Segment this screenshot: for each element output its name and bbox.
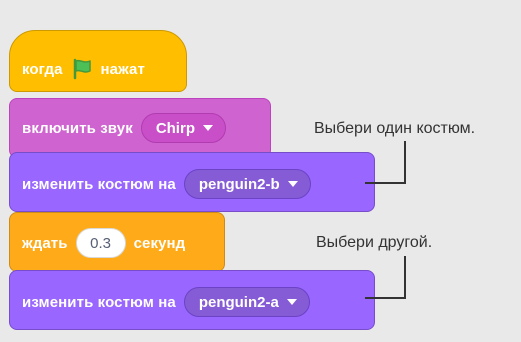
switch-costume-block-2[interactable]: изменить костюм на penguin2-a — [9, 270, 375, 330]
switch-costume-block-1[interactable]: изменить костюм на penguin2-b — [9, 152, 375, 212]
play-sound-block[interactable]: включить звук Chirp — [9, 98, 271, 158]
looks2-content: изменить костюм на penguin2-a — [22, 287, 310, 317]
callout-line-2-horizontal — [365, 297, 406, 299]
callout-choose-costume: Выбери один костюм. — [314, 120, 476, 137]
chevron-down-icon — [202, 125, 213, 131]
wait-seconds-input[interactable]: 0.3 — [75, 228, 126, 258]
sound-dropdown[interactable]: Chirp — [140, 113, 226, 143]
seconds-label: секунд — [133, 234, 186, 252]
looks1-content: изменить костюм на penguin2-b — [22, 169, 311, 199]
costume-dropdown-value-2: penguin2-a — [198, 293, 279, 311]
play-sound-label: включить звук — [22, 119, 133, 137]
chevron-down-icon — [286, 299, 297, 305]
callout-choose-another: Выбери другой. — [316, 234, 433, 251]
code-stage: когда нажат включить звук Chirp изменить… — [0, 0, 521, 342]
costume-dropdown-1[interactable]: penguin2-b — [183, 169, 311, 199]
callout-line-1-vertical — [404, 141, 406, 183]
hat-content: когда нажат — [22, 58, 145, 80]
wait-content: ждать 0.3 секунд — [22, 228, 185, 258]
sound-dropdown-value: Chirp — [155, 119, 195, 137]
callout-line-2-vertical — [404, 256, 406, 298]
green-flag-icon — [73, 58, 91, 80]
when-label: когда — [22, 60, 63, 78]
sound-content: включить звук Chirp — [22, 113, 226, 143]
switch-costume-label-1: изменить костюм на — [22, 175, 176, 193]
switch-costume-label-2: изменить костюм на — [22, 293, 176, 311]
when-flag-clicked-block[interactable]: когда нажат — [9, 30, 187, 92]
callout-line-1-horizontal — [365, 182, 406, 184]
wait-label: ждать — [22, 234, 68, 252]
clicked-label: нажат — [100, 60, 145, 78]
chevron-down-icon — [287, 181, 298, 187]
costume-dropdown-value-1: penguin2-b — [198, 175, 280, 193]
wait-block[interactable]: ждать 0.3 секунд — [9, 212, 225, 272]
costume-dropdown-2[interactable]: penguin2-a — [183, 287, 310, 317]
